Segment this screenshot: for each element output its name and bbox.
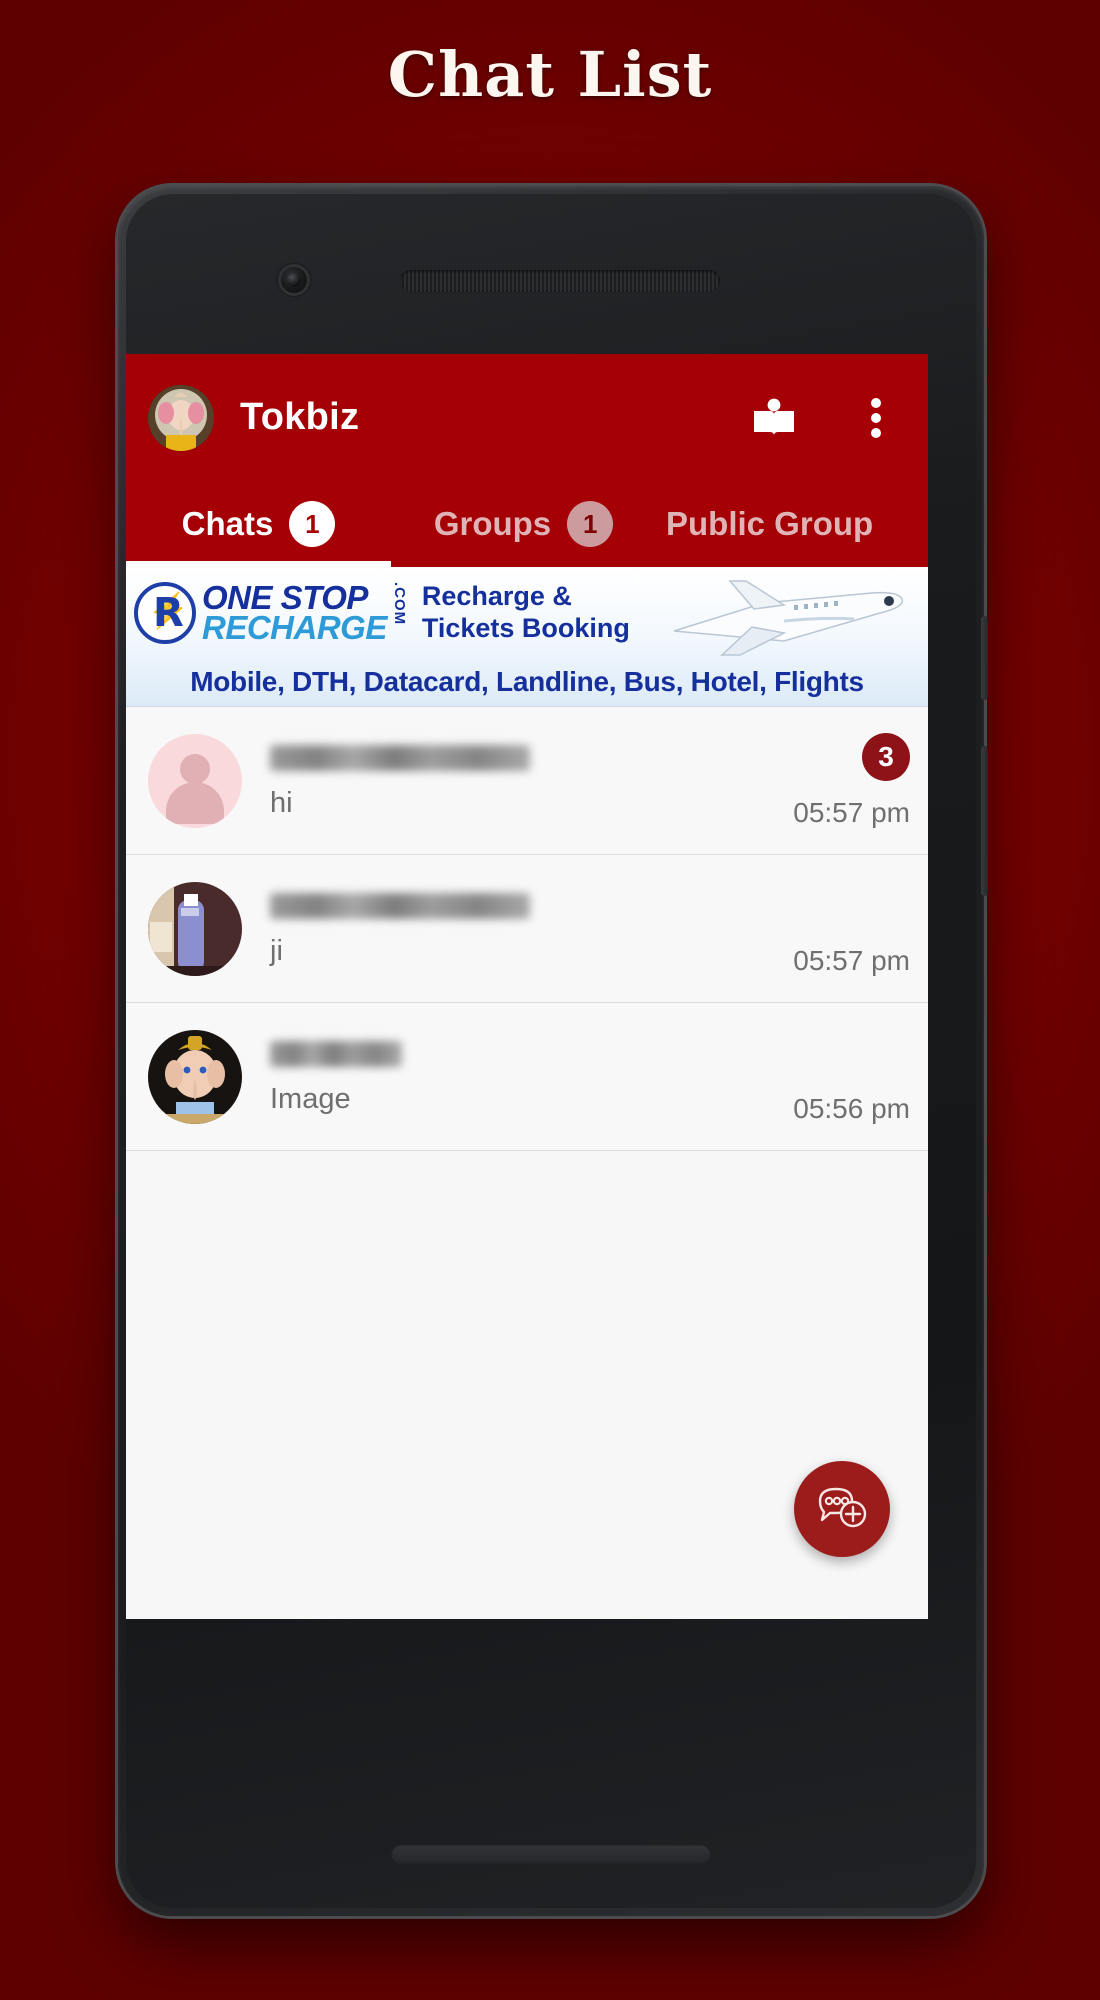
home-button[interactable] [391,1844,711,1864]
banner-headline: Recharge & Tickets Booking [422,581,630,645]
timestamp: 05:56 pm [793,1092,910,1124]
last-message: hi [270,787,293,819]
front-camera-icon [278,264,310,296]
avatar[interactable] [148,733,242,828]
blurred-name [270,893,530,919]
tab-chats-badge: 1 [289,501,336,547]
book-reader-icon[interactable] [746,390,802,446]
logo-wordmark: ONE STOP RECHARGE [202,580,387,646]
table-row[interactable]: ji 05:57 pm [126,855,928,1003]
phone-device-frame: Tokbiz Chats 1 Groups 1 Public Group ⚡ R… [118,186,988,1916]
chat-row-meta: 05:56 pm [750,1029,910,1125]
table-row[interactable]: Image 05:56 pm [126,1003,928,1151]
chat-row-content: ji [270,891,750,966]
chat-row-content: Image [270,1039,750,1114]
tab-public-group-label: Public Group [666,505,874,542]
timestamp: 05:57 pm [793,796,910,828]
contact-name-redacted [270,1039,750,1069]
person-icon-body [166,781,224,824]
airplane-icon [673,580,904,656]
tab-bar: Chats 1 Groups 1 Public Group [126,481,928,567]
overflow-menu-icon[interactable] [848,390,904,446]
banner-top-row: ⚡ R ONE STOP RECHARGE .COM Recharge & Ti… [126,567,928,659]
banner-ad[interactable]: ⚡ R ONE STOP RECHARGE .COM Recharge & Ti… [126,567,928,707]
table-row[interactable]: hi 3 05:57 pm [126,707,928,855]
chat-row-meta: 3 05:57 pm [750,732,910,829]
page-title: Chat List [387,38,713,111]
banner-headline-line1: Recharge & [421,581,572,612]
tab-groups-badge: 1 [567,501,614,547]
chat-list: hi 3 05:57 pm ji 05:57 pm Image 05:56 pm [126,707,928,1151]
new-chat-fab-button[interactable] [794,1461,890,1557]
new-chat-icon [818,1487,867,1528]
onestoprecharge-logo: ⚡ R ONE STOP RECHARGE .COM [134,580,408,646]
app-title: Tokbiz [240,396,360,438]
contact-name-redacted [270,743,750,773]
tab-public-group[interactable]: Public Group [656,481,921,567]
avatar[interactable] [148,1029,242,1124]
volume-button[interactable] [981,746,988,896]
blurred-name [270,745,530,771]
phone-bezel: Tokbiz Chats 1 Groups 1 Public Group ⚡ R… [126,194,976,1908]
tab-chats[interactable]: Chats 1 [126,481,391,567]
banner-services: Mobile, DTH, Datacard, Landline, Bus, Ho… [190,666,864,697]
contact-name-redacted [270,891,750,921]
last-message: Image [270,1083,351,1115]
avatar[interactable] [148,881,242,976]
power-button[interactable] [981,616,988,700]
avatar[interactable] [148,384,214,451]
app-bar: Tokbiz [126,354,928,481]
logo-letter-r: R [153,590,184,636]
status-badge: 3 [862,732,910,781]
banner-headline-line2: Tickets Booking [421,613,630,643]
person-icon-head [180,753,210,784]
three-dots [871,393,881,443]
chat-row-content: hi [270,743,750,818]
phone-screen: Tokbiz Chats 1 Groups 1 Public Group ⚡ R… [126,354,928,1619]
timestamp: 05:57 pm [793,944,910,976]
logo-line-2: RECHARGE [202,609,387,646]
chat-row-meta: 05:57 pm [750,881,910,977]
earpiece-speaker [400,270,720,292]
tab-groups[interactable]: Groups 1 [391,481,656,567]
logo-mark-icon: ⚡ R [134,582,196,644]
tab-groups-label: Groups [433,505,552,542]
last-message: ji [270,935,283,967]
tab-chats-label: Chats [181,505,274,542]
logo-dotcom: .COM [390,582,408,626]
blurred-name [270,1041,402,1067]
